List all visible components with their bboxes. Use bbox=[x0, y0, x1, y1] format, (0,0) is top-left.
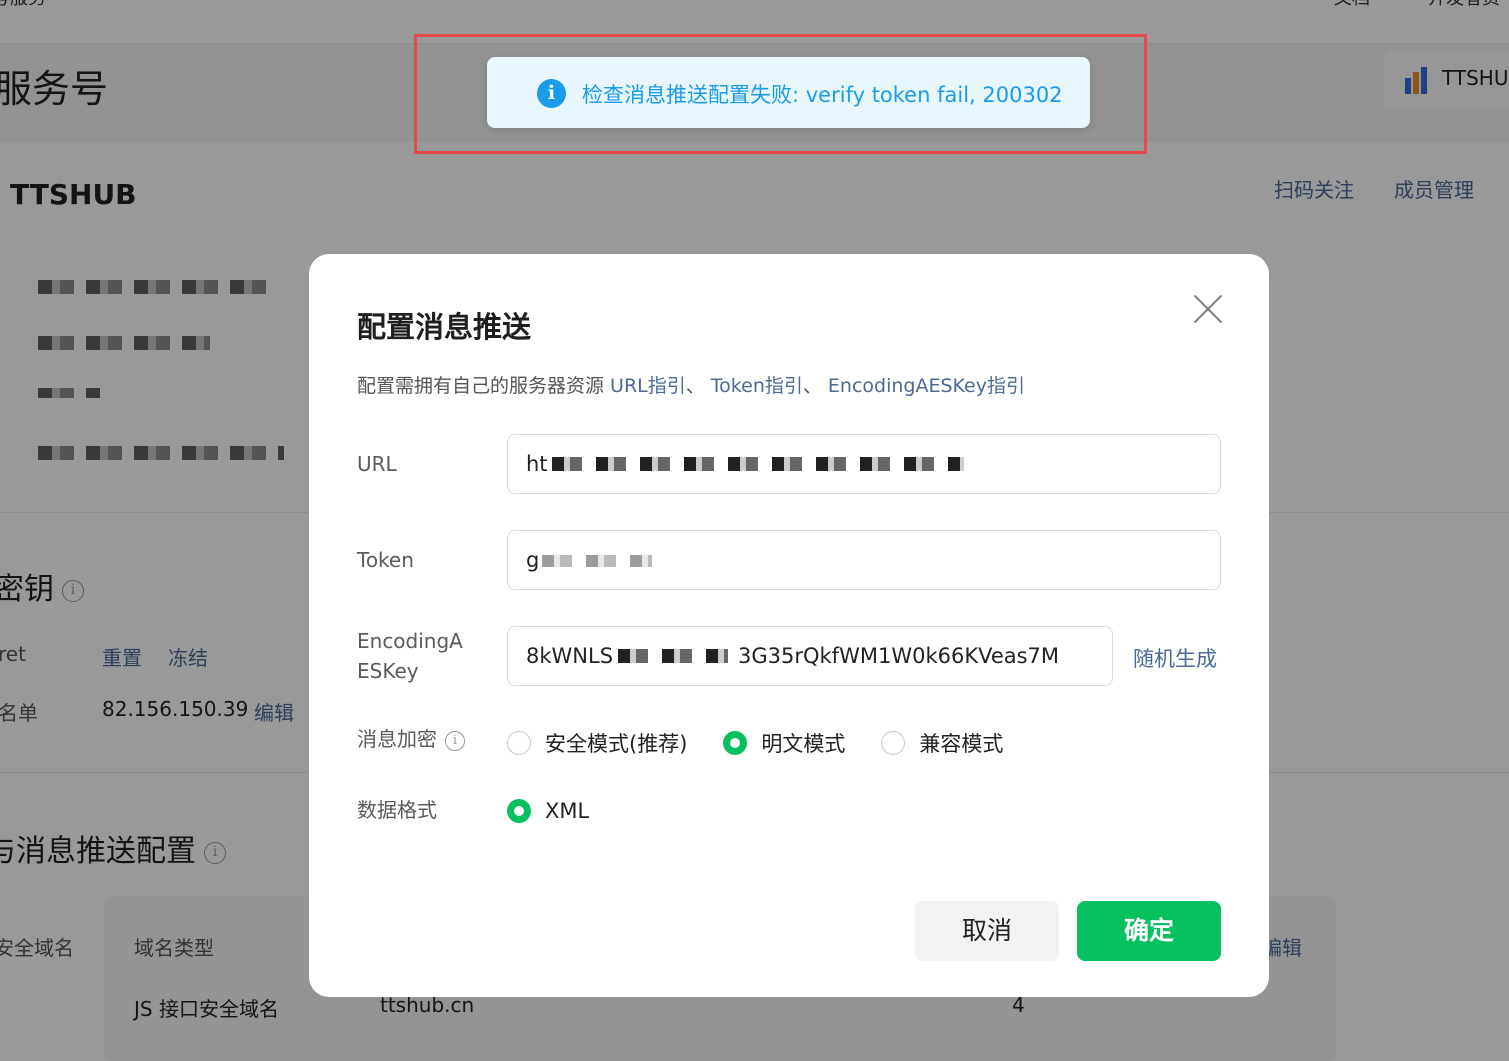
encryption-radio-group: 安全模式(推荐) 明文模式 兼容模式 bbox=[507, 728, 1039, 758]
radio-button[interactable] bbox=[881, 731, 906, 755]
redacted-value bbox=[552, 457, 964, 471]
url-value: ht bbox=[526, 452, 548, 476]
radio-plaintext-mode[interactable]: 明文模式 bbox=[723, 728, 845, 758]
description-text: 配置需拥有自己的服务器资源 bbox=[357, 375, 611, 397]
radio-compatible-mode[interactable]: 兼容模式 bbox=[881, 728, 1003, 758]
toast-message: 检查消息推送配置失败: verify token fail, 200302 bbox=[582, 83, 1063, 107]
link-separator: 、 bbox=[802, 375, 828, 397]
token-guide-link[interactable]: Token指引 bbox=[711, 375, 803, 397]
aeskey-label-line: ESKey bbox=[357, 659, 419, 683]
push-config-dialog: 配置消息推送 配置需拥有自己的服务器资源 URL指引、 Token指引、 Enc… bbox=[309, 254, 1269, 997]
radio-button[interactable] bbox=[507, 799, 531, 823]
dialog-title: 配置消息推送 bbox=[357, 310, 532, 344]
redacted-value bbox=[618, 649, 728, 663]
encryption-label: 消息加密 i bbox=[357, 724, 465, 754]
aeskey-value-tail: 3G35rQkfWM1W0k66KVeas7M bbox=[738, 644, 1060, 668]
radio-button[interactable] bbox=[723, 731, 748, 755]
redacted-value bbox=[542, 555, 652, 567]
aeskey-label: EncodingA ESKey bbox=[357, 626, 463, 686]
radio-label: 安全模式(推荐) bbox=[545, 732, 688, 756]
url-label: URL bbox=[357, 452, 397, 476]
random-generate-link[interactable]: 随机生成 bbox=[1133, 643, 1217, 673]
dialog-description: 配置需拥有自己的服务器资源 URL指引、 Token指引、 EncodingAE… bbox=[357, 371, 1025, 398]
url-input[interactable]: ht bbox=[507, 434, 1221, 494]
aeskey-label-line: EncodingA bbox=[357, 629, 463, 653]
aeskey-input[interactable]: 8kWNLS 3G35rQkfWM1W0k66KVeas7M bbox=[507, 626, 1113, 686]
confirm-button[interactable]: 确定 bbox=[1077, 901, 1221, 961]
error-toast: i 检查消息推送配置失败: verify token fail, 200302 bbox=[487, 57, 1090, 128]
format-radio-group: XML bbox=[507, 799, 625, 823]
radio-button[interactable] bbox=[507, 731, 531, 755]
radio-label: 兼容模式 bbox=[919, 732, 1004, 756]
cancel-button[interactable]: 取消 bbox=[915, 901, 1059, 961]
info-icon: i bbox=[537, 79, 566, 108]
close-icon[interactable] bbox=[1189, 290, 1227, 328]
radio-xml[interactable]: XML bbox=[507, 799, 589, 823]
token-label: Token bbox=[357, 548, 414, 572]
radio-label: 明文模式 bbox=[761, 732, 846, 756]
token-value: g bbox=[526, 548, 540, 572]
link-separator: 、 bbox=[685, 375, 711, 397]
format-label: 数据格式 bbox=[357, 798, 437, 822]
aeskey-value: 8kWNLS bbox=[526, 644, 614, 668]
radio-safe-mode[interactable]: 安全模式(推荐) bbox=[507, 728, 687, 758]
url-guide-link[interactable]: URL指引 bbox=[610, 375, 686, 397]
info-icon[interactable]: i bbox=[445, 730, 465, 751]
radio-label: XML bbox=[545, 799, 590, 823]
token-input[interactable]: g bbox=[507, 530, 1221, 590]
aeskey-guide-link[interactable]: EncodingAESKey指引 bbox=[828, 375, 1025, 397]
encryption-label-text: 消息加密 bbox=[357, 727, 437, 751]
